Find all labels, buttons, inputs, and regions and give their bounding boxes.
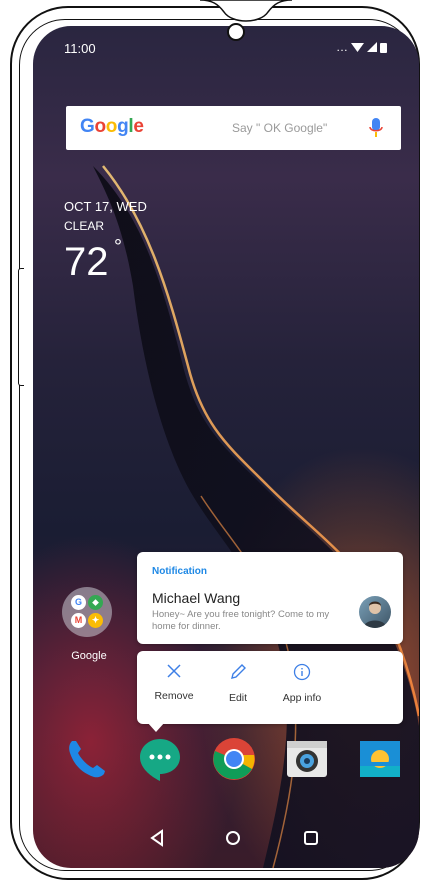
status-time: 11:00 bbox=[64, 41, 96, 56]
maps-icon: ⬥ bbox=[88, 595, 103, 610]
remove-label: Remove bbox=[154, 690, 194, 702]
mic-icon[interactable] bbox=[369, 117, 383, 139]
search-hint: Say " OK Google" bbox=[232, 121, 328, 135]
weather-condition: CLEAR bbox=[64, 219, 105, 233]
app-info-label: App info bbox=[282, 692, 322, 704]
status-icons: … bbox=[336, 40, 387, 54]
cell-signal-icon bbox=[367, 42, 377, 52]
gallery-icon[interactable] bbox=[358, 737, 402, 781]
signal-dots-icon: … bbox=[336, 40, 348, 54]
wifi-icon bbox=[351, 43, 364, 52]
weather-date: OCT 17, WED bbox=[64, 199, 147, 214]
google-search-bar[interactable]: Google Say " OK Google" bbox=[66, 106, 401, 150]
google-logo: Google bbox=[80, 116, 144, 137]
google-icon: G bbox=[71, 595, 86, 610]
degree-symbol: ° bbox=[114, 236, 122, 258]
action-menu: Remove Edit App info bbox=[137, 651, 403, 724]
side-button bbox=[18, 268, 24, 386]
info-icon bbox=[293, 663, 311, 681]
navigation-bar bbox=[33, 818, 419, 868]
messages-icon[interactable] bbox=[138, 737, 182, 781]
menu-pointer bbox=[147, 722, 165, 732]
notification-card[interactable]: Notification Michael Wang Honey~ Are you… bbox=[137, 552, 403, 644]
notification-sender: Michael Wang bbox=[152, 590, 241, 606]
home-icon[interactable] bbox=[221, 826, 245, 850]
gmail-icon: M bbox=[71, 613, 86, 628]
weather-temperature: 72 bbox=[64, 240, 109, 284]
app-info-button[interactable]: App info bbox=[267, 663, 337, 704]
chrome-icon[interactable] bbox=[212, 737, 256, 781]
remove-button[interactable]: Remove bbox=[139, 663, 209, 702]
notification-header: Notification bbox=[152, 566, 207, 577]
recents-icon[interactable] bbox=[299, 826, 323, 850]
back-icon[interactable] bbox=[145, 826, 169, 850]
avatar bbox=[359, 596, 391, 628]
pencil-icon bbox=[231, 664, 246, 679]
phone-icon[interactable] bbox=[64, 737, 108, 781]
close-icon bbox=[167, 664, 181, 678]
folder-label: Google bbox=[71, 650, 107, 662]
photos-icon: ✦ bbox=[88, 613, 103, 628]
google-folder[interactable]: G ⬥ M ✦ bbox=[62, 587, 112, 637]
front-camera bbox=[227, 23, 245, 41]
notification-message: Honey~ Are you free tonight? Come to my … bbox=[152, 609, 330, 632]
display-notch bbox=[200, 0, 292, 22]
edit-label: Edit bbox=[228, 692, 248, 704]
battery-icon bbox=[380, 42, 387, 53]
camera-icon[interactable] bbox=[285, 737, 329, 781]
edit-button[interactable]: Edit bbox=[203, 663, 273, 704]
